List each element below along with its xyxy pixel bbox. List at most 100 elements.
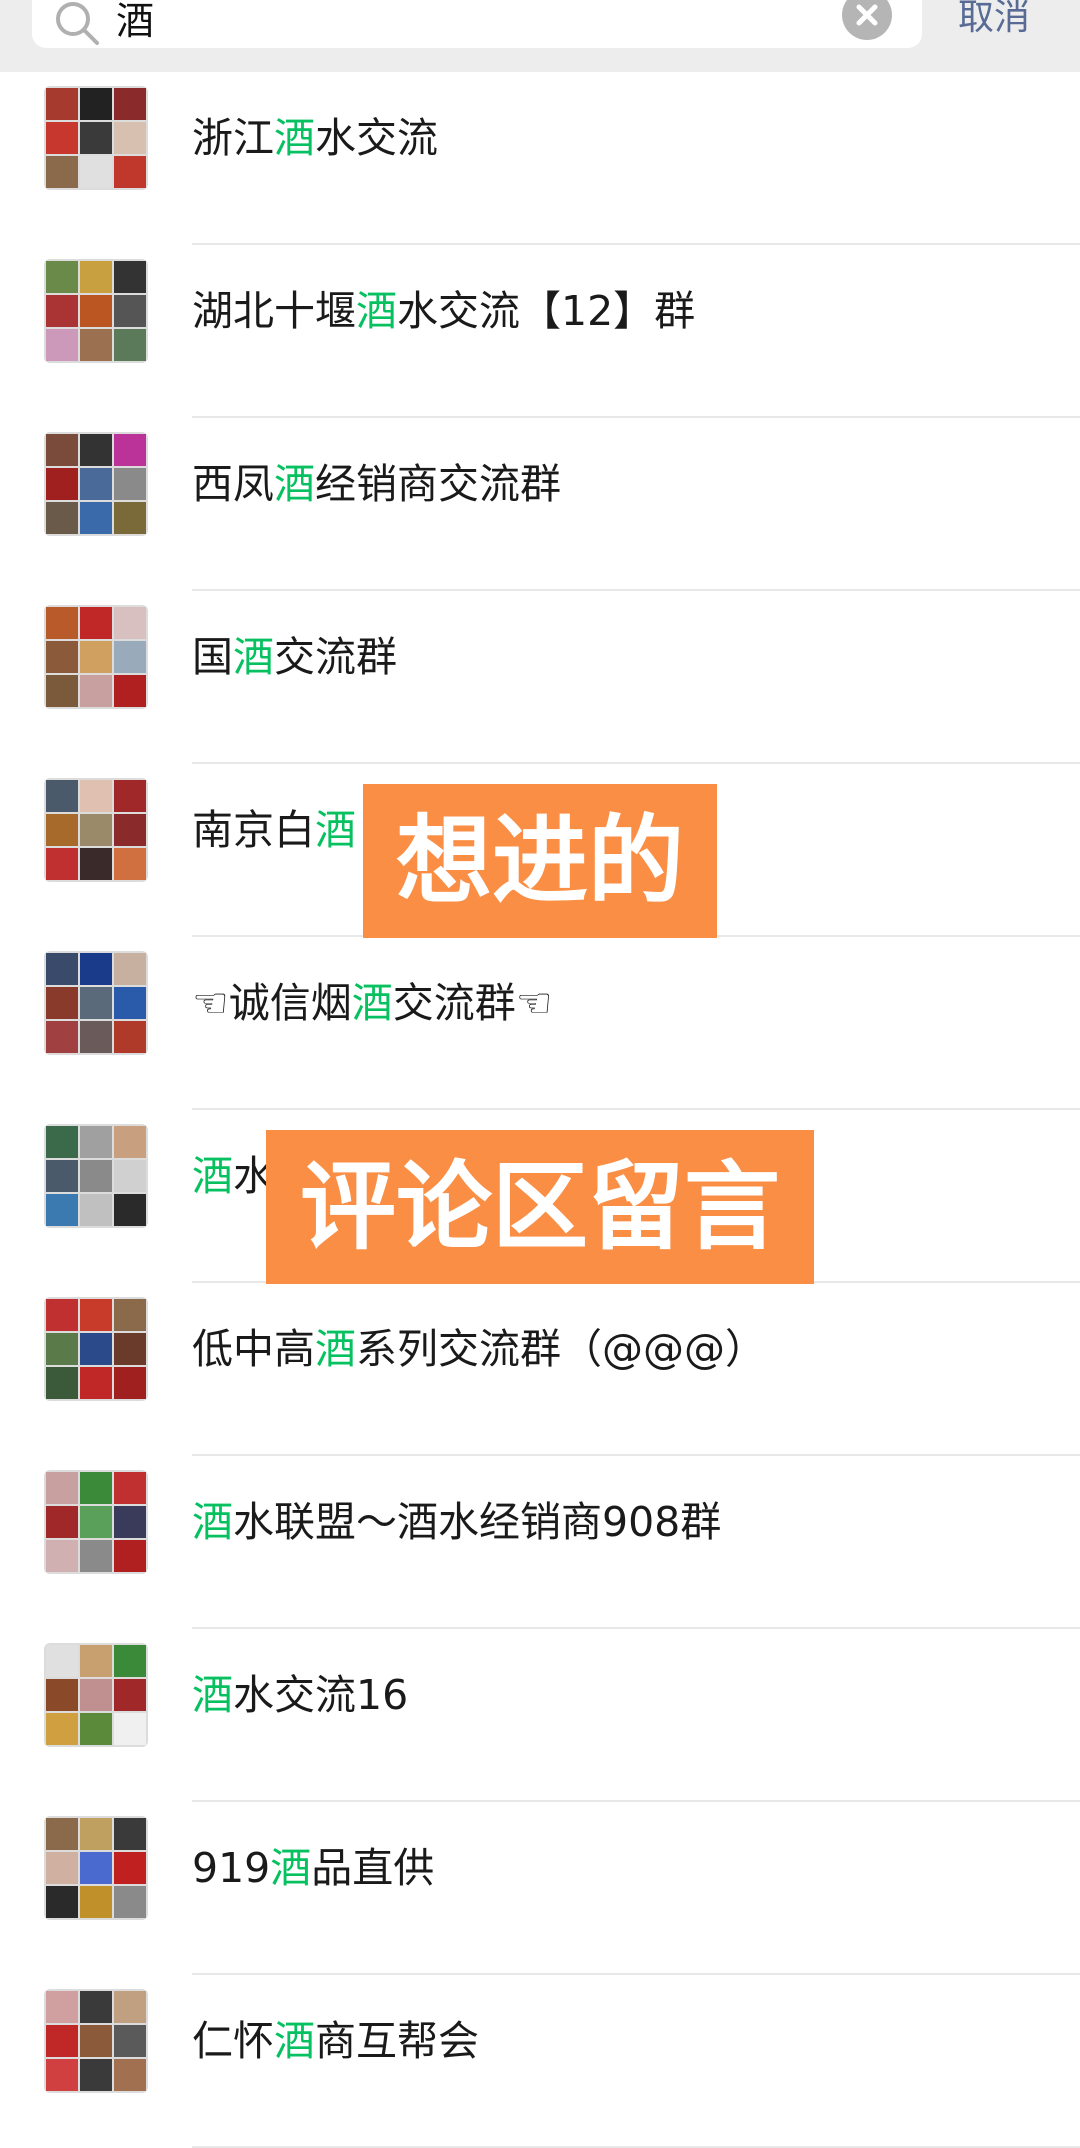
group-name-match: 酒 <box>356 287 397 335</box>
group-avatar <box>44 1297 148 1401</box>
avatar-tile <box>46 1333 78 1365</box>
list-item[interactable]: 仁怀酒商互帮会 <box>0 1975 1080 2148</box>
avatar-tile <box>80 261 112 293</box>
group-name-prefix: 919 <box>192 1844 271 1892</box>
group-name-match: 酒 <box>270 1844 312 1892</box>
group-name-suffix: 水交流16 <box>233 1671 409 1719</box>
avatar-tile <box>114 1367 146 1399</box>
group-name-prefix: 南京白 <box>192 806 315 854</box>
avatar-tile <box>46 329 78 361</box>
avatar-tile <box>80 1021 112 1053</box>
group-name-match: 酒 <box>315 806 356 854</box>
avatar-tile <box>80 607 112 639</box>
avatar-tile <box>80 295 112 327</box>
avatar-tile <box>114 1126 146 1158</box>
avatar-tile <box>80 1679 112 1711</box>
group-name-suffix: 品直供 <box>311 1844 435 1892</box>
group-name-suffix: 交流群☜ <box>392 979 553 1027</box>
avatar-tile <box>80 953 112 985</box>
avatar-tile <box>46 1506 78 1538</box>
list-item[interactable]: 浙江酒水交流 <box>0 72 1080 245</box>
avatar-tile <box>80 1367 112 1399</box>
group-name-match: 酒 <box>274 460 315 508</box>
group-name: 低中高酒系列交流群（@@@） <box>192 1319 766 1379</box>
avatar-tile <box>80 814 112 846</box>
group-name: 919酒品直供 <box>192 1838 434 1898</box>
list-item[interactable]: 国酒交流群 <box>0 591 1080 764</box>
avatar-tile <box>46 1818 78 1850</box>
avatar-tile <box>46 88 78 120</box>
group-name: 酒水联盟～酒水经销商908群 <box>192 1492 721 1552</box>
avatar-tile <box>46 434 78 466</box>
avatar-tile <box>46 641 78 673</box>
avatar-tile <box>80 2025 112 2057</box>
group-name-prefix: 浙江 <box>192 114 274 162</box>
avatar-tile <box>114 329 146 361</box>
clear-icon[interactable] <box>842 0 892 40</box>
avatar-tile <box>46 675 78 707</box>
avatar-tile <box>80 329 112 361</box>
list-item[interactable]: 湖北十堰酒水交流【12】群 <box>0 245 1080 418</box>
avatar-tile <box>114 2025 146 2057</box>
avatar-tile <box>114 156 146 188</box>
list-item[interactable]: 低中高酒系列交流群（@@@） <box>0 1283 1080 1456</box>
group-name-match: 酒 <box>192 1671 233 1719</box>
avatar-tile <box>80 1126 112 1158</box>
avatar-tile <box>80 987 112 1019</box>
group-name-prefix: 低中高 <box>192 1325 315 1373</box>
group-name-prefix: ☜诚信烟 <box>192 979 352 1027</box>
avatar-tile <box>46 468 78 500</box>
group-name: 南京白酒 <box>192 800 356 860</box>
avatar-tile <box>80 1472 112 1504</box>
search-input[interactable] <box>116 0 856 42</box>
avatar-tile <box>80 1645 112 1677</box>
group-avatar <box>44 951 148 1055</box>
avatar-tile <box>46 1472 78 1504</box>
avatar-tile <box>114 607 146 639</box>
group-avatar <box>44 432 148 536</box>
search-header: 取消 <box>0 0 1080 72</box>
list-item[interactable]: ☜诚信烟酒交流群☜ <box>0 937 1080 1110</box>
avatar-tile <box>80 1713 112 1745</box>
overlay-banner-top: 想进的 <box>363 784 717 938</box>
avatar-tile <box>114 2059 146 2091</box>
group-name-suffix: 水联盟～酒水经销商908群 <box>233 1498 722 1546</box>
list-item[interactable]: 919酒品直供 <box>0 1802 1080 1975</box>
group-avatar <box>44 1643 148 1747</box>
group-name: 浙江酒水交流 <box>192 108 438 168</box>
avatar-tile <box>46 1713 78 1745</box>
avatar-tile <box>114 814 146 846</box>
group-name-match: 酒 <box>192 1152 233 1200</box>
avatar-tile <box>114 1645 146 1677</box>
group-name-match: 酒 <box>315 1325 356 1373</box>
group-name: ☜诚信烟酒交流群☜ <box>192 973 553 1033</box>
avatar-tile <box>114 261 146 293</box>
group-name-prefix: 仁怀 <box>192 2017 274 2065</box>
avatar-tile <box>46 987 78 1019</box>
avatar-tile <box>80 848 112 880</box>
avatar-tile <box>80 1991 112 2023</box>
avatar-tile <box>114 1472 146 1504</box>
cancel-button[interactable]: 取消 <box>958 0 1030 40</box>
avatar-tile <box>80 434 112 466</box>
avatar-tile <box>46 1886 78 1918</box>
avatar-tile <box>114 641 146 673</box>
avatar-tile <box>114 1299 146 1331</box>
avatar-tile <box>46 814 78 846</box>
avatar-tile <box>114 1333 146 1365</box>
group-name: 酒水交流16 <box>192 1665 408 1725</box>
list-item[interactable]: 酒水交流16 <box>0 1629 1080 1802</box>
avatar-tile <box>80 502 112 534</box>
avatar-tile <box>46 1126 78 1158</box>
group-name-match: 酒 <box>233 633 274 681</box>
list-item[interactable]: 西凤酒经销商交流群 <box>0 418 1080 591</box>
avatar-tile <box>46 1367 78 1399</box>
avatar-tile <box>114 987 146 1019</box>
avatar-tile <box>80 1194 112 1226</box>
search-box[interactable] <box>32 0 922 48</box>
avatar-tile <box>114 295 146 327</box>
avatar-tile <box>80 468 112 500</box>
list-item[interactable]: 酒水联盟～酒水经销商908群 <box>0 1456 1080 1629</box>
group-name-prefix: 国 <box>192 633 233 681</box>
avatar-tile <box>46 2059 78 2091</box>
